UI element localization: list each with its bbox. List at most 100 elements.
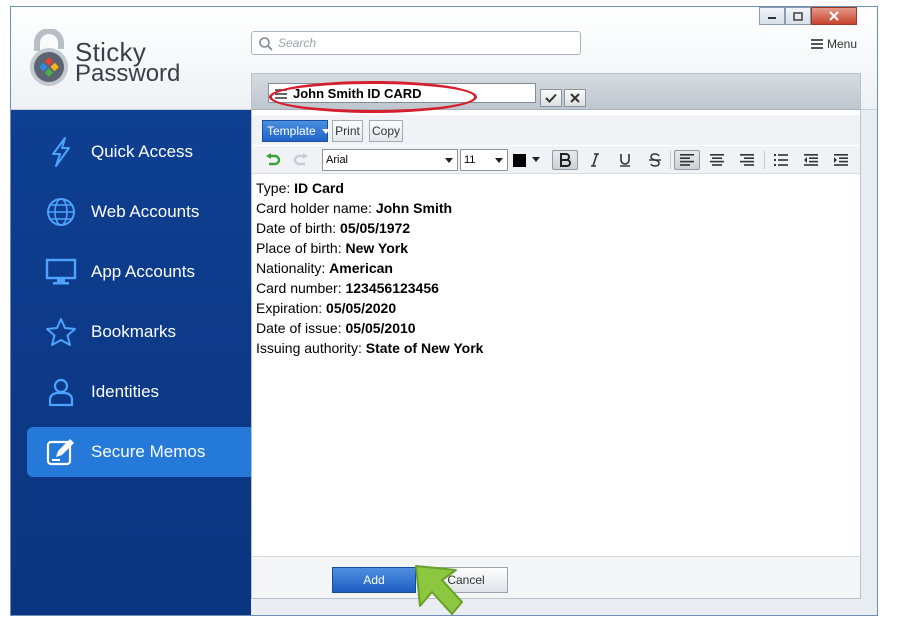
maximize-icon <box>793 11 803 21</box>
undo-button[interactable] <box>260 150 286 170</box>
indent-button[interactable] <box>828 150 854 170</box>
person-icon <box>43 376 79 408</box>
memo-line: Issuing authority: State of New York <box>256 338 856 358</box>
minimize-icon <box>768 17 776 19</box>
sidebar-item-secure-memos[interactable]: Secure Memos <box>27 427 261 477</box>
search-icon <box>259 37 273 51</box>
text-color-select[interactable] <box>510 149 544 171</box>
template-label: Template <box>267 124 316 138</box>
minimize-button[interactable] <box>759 7 785 25</box>
memo-field-value: American <box>329 260 393 276</box>
sidebar-item-web-accounts[interactable]: Web Accounts <box>27 187 251 237</box>
toolbar-separator <box>764 151 765 169</box>
star-icon <box>43 316 79 348</box>
sticky-password-logo <box>30 29 68 86</box>
chevron-down-icon <box>495 158 503 163</box>
menu-button[interactable]: Menu <box>811 37 857 51</box>
brand-name-line2: Password <box>75 60 181 87</box>
memo-footer: Add Cancel <box>252 556 860 598</box>
memo-field-label: Type: <box>256 180 295 196</box>
memo-field-label: Nationality: <box>256 260 330 276</box>
memo-toolbar: Template Print Copy <box>252 115 860 145</box>
font-size-select[interactable]: 11 <box>460 149 508 171</box>
memo-title-bar: John Smith ID CARD <box>252 74 860 113</box>
bullet-list-icon <box>774 154 788 166</box>
memo-field-value: John Smith <box>375 200 453 216</box>
strikethrough-icon <box>649 153 661 167</box>
copy-button[interactable]: Copy <box>369 120 403 142</box>
memo-line: Nationality: American <box>256 258 856 278</box>
format-toolbar: Arial 11 <box>252 146 860 174</box>
align-right-icon <box>740 154 754 166</box>
memo-field-value: 05/05/1972 <box>340 220 411 236</box>
redo-button[interactable] <box>288 150 314 170</box>
sidebar-item-identities[interactable]: Identities <box>27 367 251 417</box>
menu-label: Menu <box>827 37 858 51</box>
print-button[interactable]: Print <box>332 120 363 142</box>
sidebar-item-quick-access[interactable]: Quick Access <box>27 127 251 177</box>
maximize-button[interactable] <box>785 7 811 25</box>
outdent-button[interactable] <box>798 150 824 170</box>
chevron-down-icon <box>532 157 540 162</box>
memo-line: Place of birth: New York <box>256 238 856 258</box>
memo-field-label: Date of issue: <box>256 320 346 336</box>
highlight-ellipse <box>269 81 477 113</box>
sidebar-item-label: Secure Memos <box>91 442 206 461</box>
outdent-icon <box>804 154 818 166</box>
font-family-select[interactable]: Arial <box>322 149 458 171</box>
sidebar-item-app-accounts[interactable]: App Accounts <box>27 247 251 297</box>
strikethrough-button[interactable] <box>642 150 668 170</box>
font-family-value: Arial <box>326 154 349 166</box>
close-icon <box>570 93 580 103</box>
memo-field-value: New York <box>345 240 409 256</box>
memo-field-value: 123456123456 <box>345 280 439 296</box>
monitor-icon <box>43 256 79 288</box>
search-box[interactable] <box>251 31 581 55</box>
memo-text-area[interactable]: Type: ID Card Card holder name: John Smit… <box>256 178 856 358</box>
sidebar-item-bookmarks[interactable]: Bookmarks <box>27 307 251 357</box>
close-button[interactable] <box>811 7 857 25</box>
memo-line: Expiration: 05/05/2020 <box>256 298 856 318</box>
memo-line: Date of issue: 05/05/2010 <box>256 318 856 338</box>
memo-field-label: Card holder name: <box>256 200 376 216</box>
memo-field-label: Date of birth: <box>256 220 341 236</box>
memo-line: Card number: 123456123456 <box>256 278 856 298</box>
align-right-button[interactable] <box>734 150 760 170</box>
confirm-title-button[interactable] <box>540 89 562 107</box>
discard-title-button[interactable] <box>564 89 586 107</box>
close-icon <box>829 11 839 21</box>
sidebar: Quick Access Web Accounts App Accounts B… <box>11 110 261 615</box>
underline-button[interactable] <box>612 150 638 170</box>
chevron-down-icon <box>321 128 330 134</box>
bold-button[interactable] <box>552 150 578 170</box>
memo-field-value: 05/05/2010 <box>345 320 416 336</box>
underline-icon <box>620 154 630 167</box>
undo-icon <box>266 153 281 166</box>
globe-icon <box>43 196 79 228</box>
memo-line: Date of birth: 05/05/1972 <box>256 218 856 238</box>
pointer-arrow-icon <box>415 565 463 615</box>
memo-field-label: Issuing authority: <box>256 340 366 356</box>
align-center-icon <box>710 154 724 166</box>
template-dropdown-button[interactable]: Template <box>262 120 330 142</box>
redo-icon <box>293 153 308 166</box>
indent-icon <box>834 154 848 166</box>
memo-field-value: ID Card <box>294 180 344 196</box>
italic-icon <box>591 153 599 167</box>
sidebar-item-label: Identities <box>91 382 160 401</box>
app-window: Sticky Password Menu <box>10 6 878 616</box>
align-left-button[interactable] <box>674 150 700 170</box>
search-input[interactable] <box>278 35 568 51</box>
memo-edit-icon <box>43 436 79 468</box>
bullet-list-button[interactable] <box>768 150 794 170</box>
italic-button[interactable] <box>582 150 608 170</box>
font-size-value: 11 <box>464 154 476 166</box>
sidebar-item-label: Bookmarks <box>91 322 177 341</box>
align-center-button[interactable] <box>704 150 730 170</box>
sidebar-item-label: Quick Access <box>91 142 194 161</box>
color-swatch <box>513 153 526 167</box>
memo-editor-panel: John Smith ID CARD Template Print Copy A… <box>251 73 861 599</box>
memo-field-label: Card number: <box>256 280 346 296</box>
sidebar-item-label: Web Accounts <box>91 202 200 221</box>
memo-field-value: State of New York <box>365 340 484 356</box>
